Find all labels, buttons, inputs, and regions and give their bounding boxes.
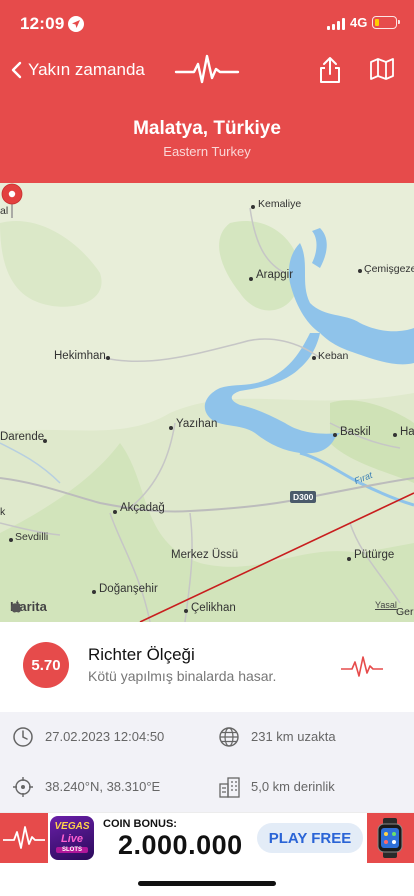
map-label-baskil: Baskil <box>340 426 371 438</box>
ad-game-title-1: VEGAS <box>54 821 90 832</box>
map-dot <box>184 609 188 613</box>
map-icon[interactable] <box>369 57 395 81</box>
map-label-cemisgezek: Çemişgezek <box>364 263 414 275</box>
pulse-icon <box>341 656 383 677</box>
map-dot <box>333 433 337 437</box>
map-label-partial-left-mid: k <box>0 506 6 518</box>
clock-icon <box>13 727 33 747</box>
back-button[interactable]: Yakın zamanda <box>10 56 145 84</box>
pulse-icon <box>3 826 45 849</box>
map-label-keban: Keban <box>318 350 349 362</box>
map-label-kemaliye: Kemaliye <box>258 198 302 210</box>
back-chevron-icon <box>11 61 22 79</box>
building-icon <box>219 777 240 798</box>
location-arrow-icon <box>68 16 84 32</box>
ad-amount: 2.000.000 <box>118 830 243 860</box>
map-dot <box>393 433 397 437</box>
map-dot <box>312 356 316 360</box>
map-label-hekimhan: Hekimhan <box>54 350 106 362</box>
back-label: Yakın zamanda <box>28 60 145 79</box>
network-type: 4G <box>350 15 368 30</box>
richter-row[interactable]: 5.70 Richter Ölçeği Kötü yapılmış binala… <box>0 622 414 712</box>
share-icon[interactable] <box>318 55 342 85</box>
map-label-dogansehir: Doğanşehir <box>99 583 158 595</box>
magnitude-badge: 5.70 <box>23 642 69 688</box>
location-title: Malatya, Türkiye <box>133 118 281 139</box>
map-label-darende: Darende <box>0 431 45 443</box>
map-dot <box>43 439 47 443</box>
ad-game-logo: VEGAS Live SLOTS <box>50 816 94 860</box>
map-label-merkez-ussu: Merkez Üssü <box>171 549 239 561</box>
header: 12:09 4G Yakın zamanda Malatya, Türkiye … <box>0 0 414 183</box>
map-pin-icon[interactable] <box>0 183 24 219</box>
pulse-logo-icon <box>174 54 240 84</box>
map-dot <box>9 538 13 542</box>
map-dot <box>358 269 362 273</box>
depth-value: 5,0 km derinlik <box>251 779 335 794</box>
map-dot <box>169 426 173 430</box>
ad-bonus-label: COIN BONUS: <box>103 818 177 830</box>
watch-icon <box>377 818 403 858</box>
richter-description: Kötü yapılmış binalarda hasar. <box>88 668 277 684</box>
map-dot <box>106 356 110 360</box>
map-label-sevdilli: Sevdilli <box>15 531 49 543</box>
map-label-partial-right: Ha <box>400 426 414 438</box>
map-label-partial-right-bottom: Ger <box>396 606 414 618</box>
map-label-arapgir: Arapgir <box>256 269 294 281</box>
map-dot <box>347 557 351 561</box>
legal-link[interactable]: Yasal <box>375 600 397 610</box>
globe-icon <box>219 727 239 747</box>
ad-game-title-2: Live <box>60 833 83 845</box>
battery-icon <box>372 16 400 29</box>
coordinates-value: 38.240°N, 38.310°E <box>45 779 161 794</box>
map-view[interactable]: al Kemaliye Arapgir Çemişgezek Keban Hek… <box>0 183 414 622</box>
location-region: Eastern Turkey <box>163 144 251 159</box>
map-dot <box>113 510 117 514</box>
apple-logo-icon <box>11 600 22 613</box>
map-label-akcadag: Akçadağ <box>120 502 165 514</box>
datetime-value: 27.02.2023 12:04:50 <box>45 729 165 744</box>
road-sign-d300: D300 <box>290 491 317 503</box>
map-label-yazihan: Yazıhan <box>176 418 218 430</box>
map-dot <box>251 205 255 209</box>
play-free-button[interactable]: PLAY FREE <box>257 823 363 853</box>
map-label-celikhan: Çelikhan <box>191 602 236 614</box>
map-dot <box>249 277 253 281</box>
distance-value: 231 km uzakta <box>251 729 336 744</box>
apple-maps-attribution: Harita <box>10 599 47 614</box>
crosshair-icon <box>13 777 33 797</box>
home-indicator[interactable] <box>138 881 276 886</box>
details-panel: 27.02.2023 12:04:50 231 km uzakta 38.240… <box>0 712 414 812</box>
map-dot <box>92 590 96 594</box>
ad-game-title-3: SLOTS <box>56 847 88 853</box>
signal-icon <box>327 18 345 30</box>
richter-title: Richter Ölçeği <box>88 645 195 664</box>
status-bar: 12:09 4G <box>0 0 414 48</box>
status-time: 12:09 <box>20 14 65 33</box>
ad-left-panel <box>0 813 48 863</box>
ad-banner[interactable]: VEGAS Live SLOTS COIN BONUS: 2.000.000 P… <box>0 812 414 863</box>
map-label-puturge: Pütürge <box>354 549 395 561</box>
